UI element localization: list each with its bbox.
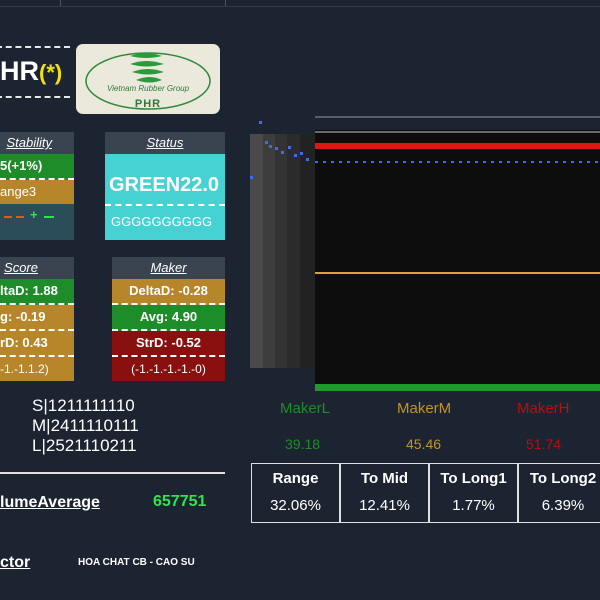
status-panel: Status GREEN22.0 GGGGGGGGGG: [105, 132, 225, 240]
logo-abbr: PHR: [134, 98, 162, 110]
code-s: S|1211111110: [32, 396, 135, 415]
score-title: Score: [0, 257, 74, 279]
stat-range: Range 32.06%: [251, 463, 340, 523]
maker-m-label: MakerM: [397, 400, 452, 417]
score-pattern: -1.-1.1.2): [0, 357, 74, 381]
stat-range-value: 32.06%: [270, 497, 321, 514]
section-divider: [0, 472, 225, 474]
stat-to-long2: To Long2 6.39%: [518, 463, 600, 523]
maker-m-value: 45.46: [406, 436, 442, 452]
maker-title: Maker: [112, 257, 225, 279]
stat-to-long2-value: 6.39%: [541, 497, 585, 514]
stat-to-long1-title: To Long1: [440, 470, 507, 487]
maker-l-value: 39.18: [285, 436, 321, 452]
volume-average-value: 657751: [153, 493, 207, 510]
maker-l-label: MakerL: [280, 400, 331, 417]
mark-plus: +: [30, 207, 38, 222]
stability-value: 5(+1%): [0, 154, 74, 180]
maker-pattern: (-1.-1.-1.-1.-0): [112, 357, 225, 381]
stability-range: ange3: [0, 180, 74, 204]
toolbar-segment: [60, 0, 226, 6]
volume-strip-5: [300, 134, 315, 368]
mark-dash: [44, 216, 54, 218]
maker-panel: Maker DeltaD: -0.28 Avg: 4.90 StrD: -0.5…: [112, 257, 225, 381]
score-delta: ltaD: 1.88: [0, 279, 74, 305]
status-title: Status: [105, 132, 225, 154]
score-avg: g: -0.19: [0, 305, 74, 331]
maker-l-line: [315, 384, 600, 391]
stat-to-mid-value: 12.41%: [359, 497, 410, 514]
volume-average-label[interactable]: lumeAverage: [0, 494, 100, 512]
volume-strip-4: [287, 134, 300, 368]
ticker-flag: (*): [39, 60, 63, 85]
sector-label[interactable]: ctor: [0, 554, 30, 572]
company-logo: Vietnam Rubber Group PHR: [76, 44, 220, 114]
price-range-chart[interactable]: [250, 112, 600, 394]
top-toolbar-strip: [0, 0, 600, 7]
maker-str: StrD: -0.52: [112, 331, 225, 357]
stat-to-long1: To Long1 1.77%: [429, 463, 518, 523]
stability-panel: Stability 5(+1%) ange3 + – – + –: [0, 132, 74, 240]
mark-dash: [16, 216, 24, 218]
status-body: GREEN22.0 GGGGGGGGGG: [105, 154, 225, 240]
status-pattern: GGGGGGGGGG: [111, 214, 213, 229]
ticker-symbol[interactable]: HR(*): [0, 56, 62, 87]
logo-company-name: Vietnam Rubber Group: [106, 84, 190, 93]
ticker-symbol-text: HR: [0, 56, 39, 86]
stat-to-long1-value: 1.77%: [452, 497, 495, 514]
mark-dash: [4, 216, 12, 218]
stability-title: Stability: [0, 132, 74, 154]
stat-range-title: Range: [272, 470, 319, 487]
sector-value: HOA CHAT CB - CAO SU: [78, 557, 195, 568]
toolbar-segment: [0, 0, 61, 6]
score-panel: Score ltaD: 1.88 g: -0.19 rD: 0.43 -1.-1…: [0, 257, 74, 381]
code-l: L|2521110211: [32, 436, 137, 455]
stat-to-mid: To Mid 12.41%: [340, 463, 429, 523]
signal-codes: S|1211111110 M|2411110111 L|2521110211: [32, 396, 139, 456]
stat-to-long2-title: To Long2: [529, 470, 597, 487]
stability-marks-area: + – – + –: [0, 204, 74, 238]
toolbar-segment: [225, 0, 600, 6]
maker-avg: Avg: 4.90: [112, 305, 225, 331]
maker-h-label: MakerH: [517, 400, 570, 417]
score-str: rD: 0.43: [0, 331, 74, 357]
volume-strip-3: [275, 134, 287, 368]
volume-strip-1: [250, 134, 263, 368]
status-code: GREEN22.0: [109, 174, 220, 196]
code-m: M|2411110111: [32, 416, 139, 435]
maker-delta: DeltaD: -0.28: [112, 279, 225, 305]
maker-h-value: 51.74: [526, 436, 562, 452]
volume-strip-2: [263, 134, 275, 368]
chart-plot-area: [315, 130, 600, 386]
status-divider: [105, 204, 225, 206]
maker-h-line: [315, 143, 600, 149]
stat-to-mid-title: To Mid: [360, 470, 409, 487]
